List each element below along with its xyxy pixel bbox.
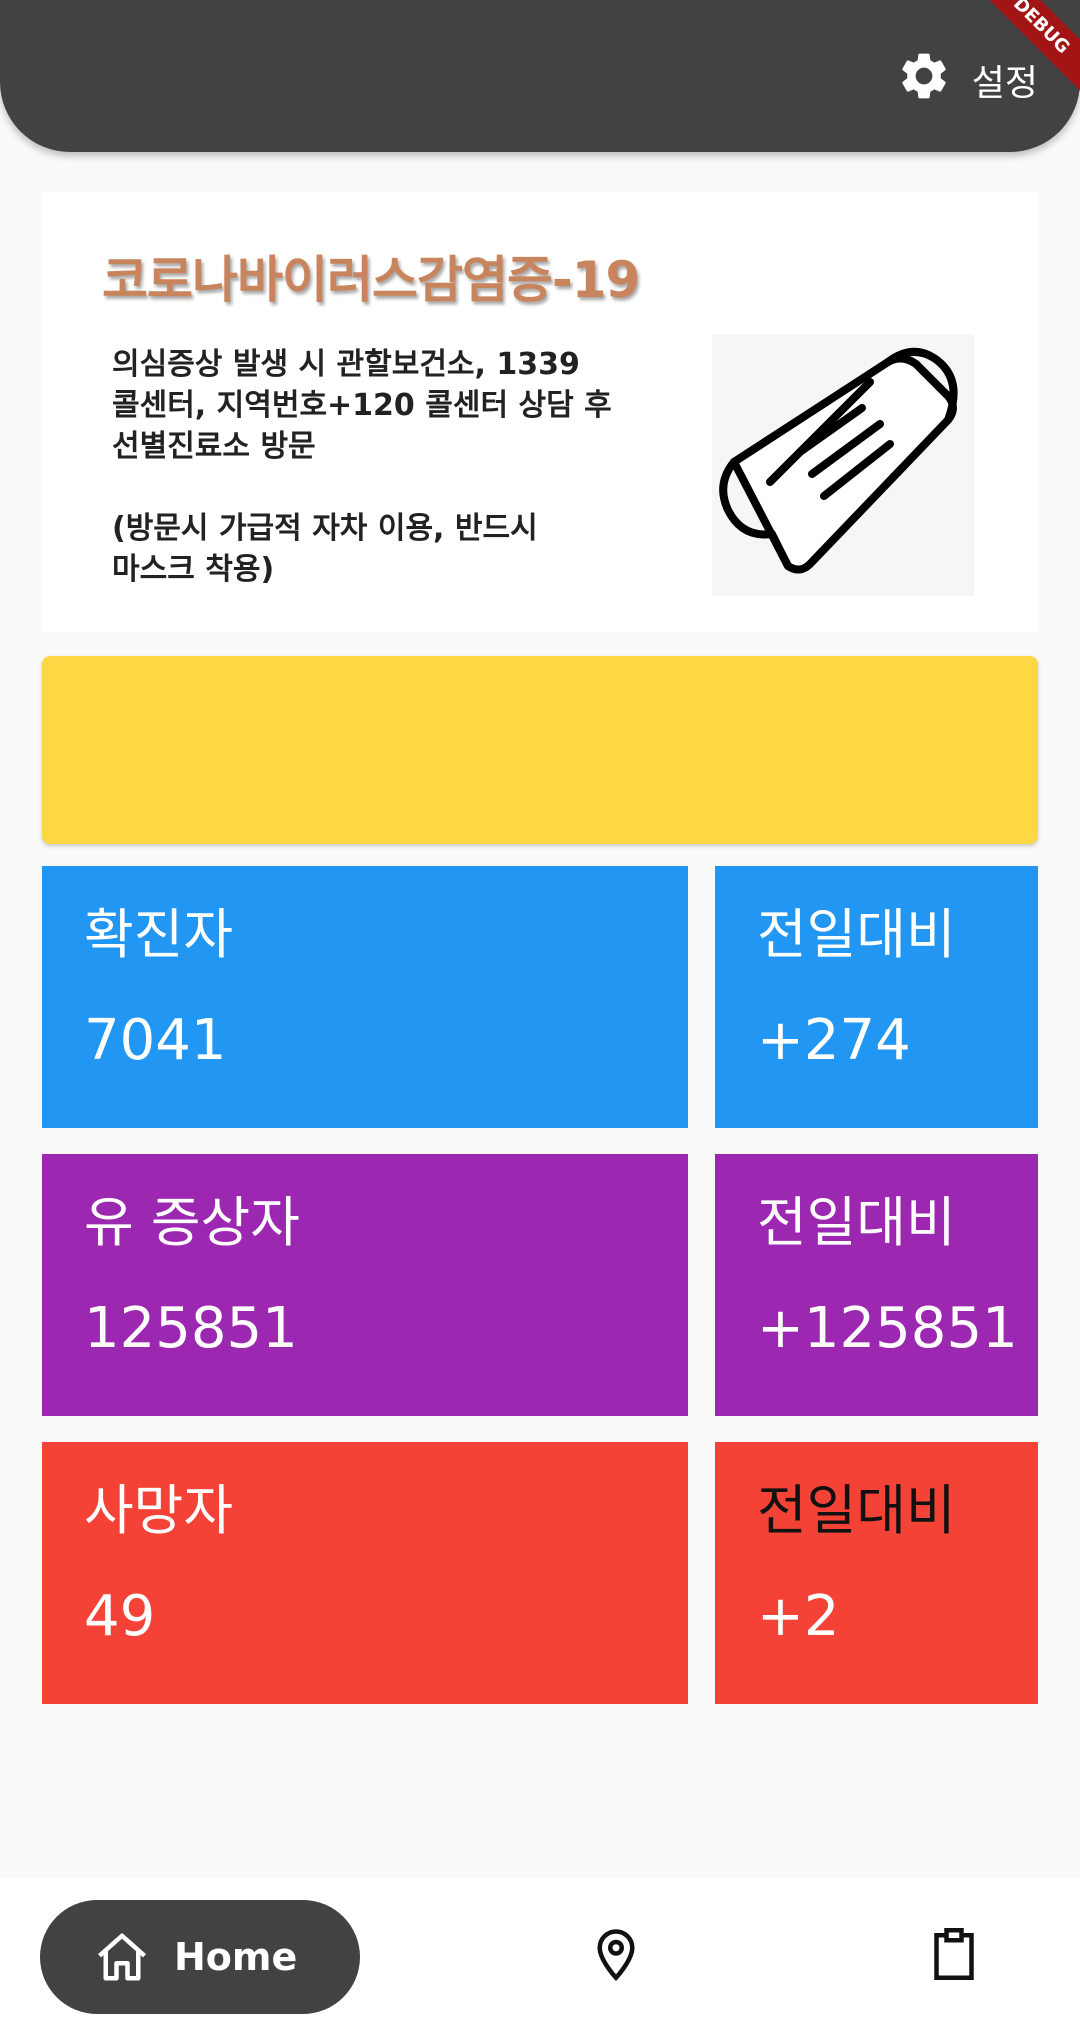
face-mask-icon <box>712 334 974 596</box>
deaths-diff-card[interactable]: 전일대비 +2 <box>715 1442 1038 1704</box>
suspected-diff-label: 전일대비 <box>757 1191 956 1254</box>
suspected-diff-value: +125851 <box>757 1296 1018 1361</box>
deaths-label: 사망자 <box>84 1479 234 1542</box>
suspected-label: 유 증상자 <box>84 1191 300 1254</box>
confirmed-diff-label: 전일대비 <box>757 903 956 966</box>
bottom-navigation: Home <box>0 1878 1080 2036</box>
nav-home-button[interactable]: Home <box>40 1900 360 2014</box>
deaths-diff-value: +2 <box>757 1584 840 1649</box>
confirmed-value: 7041 <box>84 1008 227 1073</box>
info-body: 의심증상 발생 시 관할보건소, 1339 콜센터, 지역번호+120 콜센터 … <box>112 347 612 587</box>
deaths-card[interactable]: 사망자 49 <box>42 1442 688 1704</box>
info-card: 코로나바이러스감염증-19 의심증상 발생 시 관할보건소, 1339 콜센터,… <box>42 192 1038 632</box>
clipboard-icon <box>934 1928 974 1980</box>
location-pin-icon <box>597 1929 635 1982</box>
home-icon <box>98 1933 146 1981</box>
suspected-card[interactable]: 유 증상자 125851 <box>42 1154 688 1416</box>
nav-location-button[interactable] <box>586 1924 646 1984</box>
settings-label: 설정 <box>971 63 1038 104</box>
app-bar: 설정 DEBUG <box>0 0 1080 152</box>
nav-clipboard-button[interactable] <box>924 1924 984 1984</box>
deaths-value: 49 <box>84 1584 156 1649</box>
confirmed-card[interactable]: 확진자 7041 <box>42 866 688 1128</box>
nav-home-label: Home <box>174 1935 298 1979</box>
confirmed-diff-card[interactable]: 전일대비 +274 <box>715 866 1038 1128</box>
settings-button[interactable]: 설정 <box>896 50 1038 110</box>
suspected-value: 125851 <box>84 1296 298 1361</box>
suspected-diff-card[interactable]: 전일대비 +125851 <box>715 1154 1038 1416</box>
confirmed-diff-value: +274 <box>757 1008 911 1073</box>
deaths-diff-label: 전일대비 <box>757 1479 956 1542</box>
info-title: 코로나바이러스감염증-19 <box>102 251 640 309</box>
gear-icon <box>896 48 952 113</box>
yellow-banner <box>42 656 1038 844</box>
confirmed-label: 확진자 <box>84 903 234 966</box>
